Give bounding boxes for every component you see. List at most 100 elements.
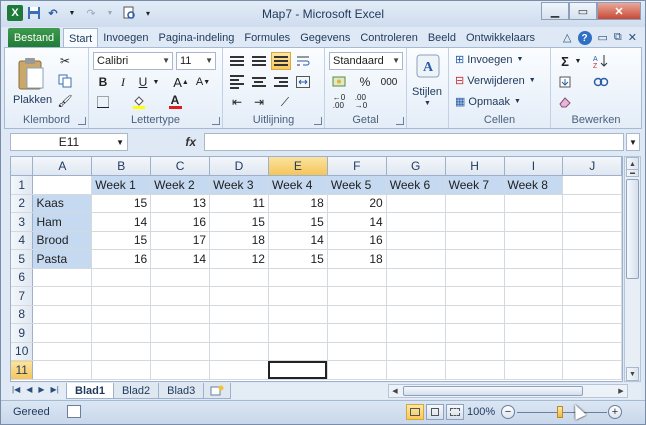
next-sheet-icon[interactable]: ▶ [38, 385, 44, 394]
sheet-tab-blad3[interactable]: Blad3 [158, 383, 205, 399]
cell-d1[interactable]: Week 3 [209, 175, 269, 195]
cell-i6[interactable] [504, 268, 564, 287]
font-launcher-icon[interactable] [212, 117, 220, 125]
cell-e8[interactable] [268, 305, 328, 324]
zoom-in-button[interactable]: + [608, 405, 622, 419]
align-right-icon[interactable] [271, 73, 291, 91]
row-header-7[interactable]: 7 [11, 286, 34, 306]
zoom-slider-thumb[interactable] [557, 406, 563, 418]
formula-input[interactable] [204, 133, 624, 151]
fill-color-icon[interactable] [129, 93, 149, 111]
cell-a7[interactable] [32, 286, 93, 306]
cell-f3[interactable]: 14 [327, 212, 387, 232]
cell-c2[interactable]: 13 [150, 194, 211, 213]
cell-e2[interactable]: 18 [268, 194, 328, 213]
font-color-icon[interactable]: A [165, 93, 185, 111]
column-header-d[interactable]: D [209, 157, 269, 176]
cell-b7[interactable] [91, 286, 152, 306]
cell-f1[interactable]: Week 5 [327, 175, 387, 195]
insert-cells-button[interactable]: ⊞ Invoegen ▼ [455, 53, 523, 67]
thousands-separator-button[interactable]: 000 [377, 73, 401, 91]
cell-h2[interactable] [445, 194, 505, 213]
column-header-f[interactable]: F [327, 157, 387, 176]
paste-button[interactable]: Plakken [13, 94, 52, 106]
row-header-10[interactable]: 10 [11, 342, 34, 361]
italic-button[interactable]: I [113, 73, 133, 91]
cell-a1[interactable] [32, 175, 93, 195]
horizontal-scrollbar[interactable]: ◀ ▶ [388, 384, 628, 398]
cell-b8[interactable] [91, 305, 152, 324]
cell-b3[interactable]: 14 [91, 212, 152, 232]
cell-c3[interactable]: 16 [150, 212, 211, 232]
cell-g9[interactable] [386, 323, 446, 343]
cell-h4[interactable] [445, 231, 505, 250]
cell-i1[interactable]: Week 8 [504, 175, 564, 195]
cell-h10[interactable] [445, 342, 505, 361]
cell-i10[interactable] [504, 342, 564, 361]
cell-a11[interactable] [32, 360, 93, 380]
cell-d5[interactable]: 12 [209, 249, 269, 269]
increase-decimal-icon[interactable]: ←0.00 [329, 93, 349, 111]
decrease-indent-icon[interactable]: ⇤ [227, 93, 247, 111]
cell-g11[interactable] [386, 360, 446, 380]
align-center-icon[interactable] [249, 73, 269, 91]
cell-i8[interactable] [504, 305, 564, 324]
percent-button[interactable]: % [355, 73, 375, 91]
cell-g7[interactable] [386, 286, 446, 306]
cell-b10[interactable] [91, 342, 152, 361]
cell-c7[interactable] [150, 286, 211, 306]
column-header-b[interactable]: B [91, 157, 152, 176]
column-header-i[interactable]: I [504, 157, 564, 176]
delete-cells-button[interactable]: ⊟ Verwijderen ▼ [455, 74, 536, 88]
cell-b2[interactable]: 15 [91, 194, 152, 213]
cell-j9[interactable] [562, 323, 622, 343]
maximize-button[interactable]: ▭ [569, 2, 597, 20]
cell-g8[interactable] [386, 305, 446, 324]
number-launcher-icon[interactable] [396, 117, 404, 125]
cell-g5[interactable] [386, 249, 446, 269]
cell-d9[interactable] [209, 323, 269, 343]
cell-j5[interactable] [562, 249, 622, 269]
row-header-1[interactable]: 1 [11, 175, 34, 195]
autosum-button[interactable]: Σ [555, 52, 575, 70]
fill-icon[interactable] [555, 73, 575, 91]
cell-d3[interactable]: 15 [209, 212, 269, 232]
cell-c4[interactable]: 17 [150, 231, 211, 250]
cell-a2[interactable]: Kaas [32, 194, 93, 213]
format-painter-icon[interactable]: 🖌 [55, 92, 75, 110]
tab-pagina-indeling[interactable]: Pagina-indeling [154, 28, 240, 48]
underline-dropdown-icon[interactable]: ▼ [151, 73, 161, 91]
tab-formules[interactable]: Formules [239, 28, 295, 48]
cell-b4[interactable]: 15 [91, 231, 152, 250]
cell-a3[interactable]: Ham [32, 212, 93, 232]
cell-j4[interactable] [562, 231, 622, 250]
macro-record-icon[interactable] [67, 405, 81, 418]
tab-controleren[interactable]: Controleren [355, 28, 422, 48]
tab-beeld[interactable]: Beeld [423, 28, 461, 48]
cell-j8[interactable] [562, 305, 622, 324]
shrink-font-icon[interactable]: A ▼ [193, 73, 213, 91]
last-sheet-icon[interactable]: ▶| [51, 385, 59, 394]
cell-c5[interactable]: 14 [150, 249, 211, 269]
cell-a10[interactable] [32, 342, 93, 361]
scroll-right-icon[interactable]: ▶ [615, 385, 627, 397]
cell-c9[interactable] [150, 323, 211, 343]
align-middle-icon[interactable] [249, 52, 269, 70]
cell-a9[interactable] [32, 323, 93, 343]
cell-f4[interactable]: 16 [327, 231, 387, 250]
format-cells-button[interactable]: ▦ Opmaak ▼ [455, 95, 521, 109]
cell-d2[interactable]: 11 [209, 194, 269, 213]
cell-i4[interactable] [504, 231, 564, 250]
cell-a4[interactable]: Brood [32, 231, 93, 250]
sheet-tab-blad1[interactable]: Blad1 [66, 383, 114, 399]
cut-icon[interactable]: ✂ [55, 52, 75, 70]
font-size-combo[interactable]: 11 ▼ [176, 52, 216, 70]
cell-d6[interactable] [209, 268, 269, 287]
cell-h3[interactable] [445, 212, 505, 232]
bold-button[interactable]: B [93, 73, 113, 91]
cell-g4[interactable] [386, 231, 446, 250]
cell-a8[interactable] [32, 305, 93, 324]
cell-j3[interactable] [562, 212, 622, 232]
row-header-8[interactable]: 8 [11, 305, 34, 324]
cell-c6[interactable] [150, 268, 211, 287]
